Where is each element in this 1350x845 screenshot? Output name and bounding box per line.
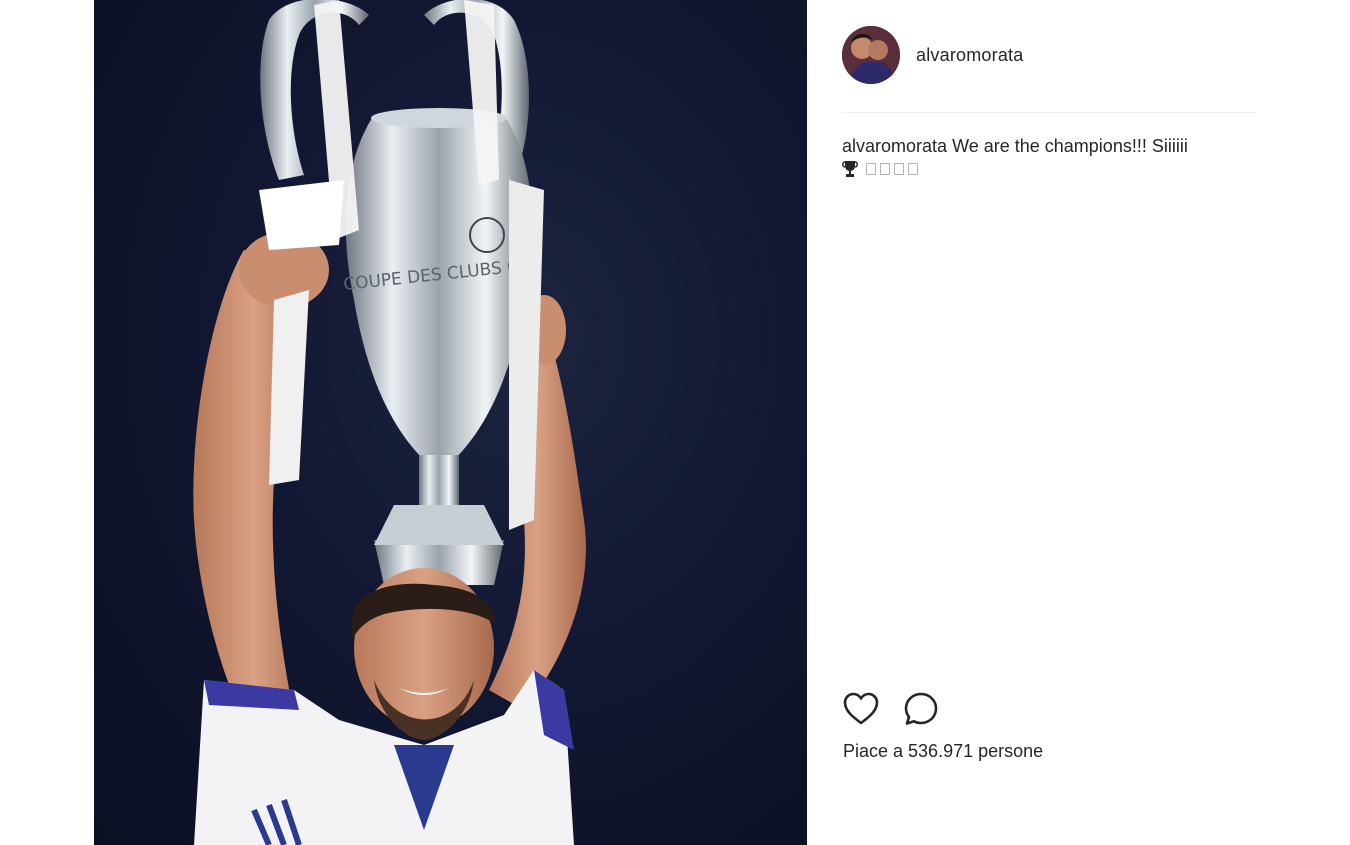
- post-caption: alvaromorata We are the champions!!! Sii…: [842, 134, 1262, 178]
- avatar-image: [842, 26, 900, 84]
- username-link[interactable]: alvaromorata: [916, 45, 1023, 66]
- instagram-post-view: COUPE DES CLUBS CH alvaromorata alvaromo…: [0, 0, 1350, 845]
- missing-glyph-icon: [894, 163, 904, 175]
- post-actions: [842, 690, 962, 728]
- like-button[interactable]: [842, 690, 880, 728]
- trophy-icon: [842, 160, 858, 178]
- post-side-panel: alvaromorata alvaromorata We are the cha…: [807, 0, 1350, 845]
- heart-icon: [843, 692, 879, 725]
- caption-username-link[interactable]: alvaromorata: [842, 136, 947, 156]
- post-photo[interactable]: COUPE DES CLUBS CH: [94, 0, 807, 845]
- caption-text: We are the champions!!! Siiiiii: [952, 136, 1188, 156]
- caption-emoji-line: [842, 160, 1262, 178]
- header-divider: [842, 112, 1256, 113]
- missing-glyph-icon: [880, 163, 890, 175]
- likes-count[interactable]: Piace a 536.971 persone: [843, 741, 1043, 762]
- missing-glyph-icon: [866, 163, 876, 175]
- photo-illustration: COUPE DES CLUBS CH: [193, 0, 586, 845]
- comment-button[interactable]: [902, 690, 940, 728]
- post-header: alvaromorata: [842, 25, 1023, 85]
- comment-bubble-icon: [904, 692, 938, 725]
- avatar[interactable]: [842, 26, 900, 84]
- missing-glyph-icon: [908, 163, 918, 175]
